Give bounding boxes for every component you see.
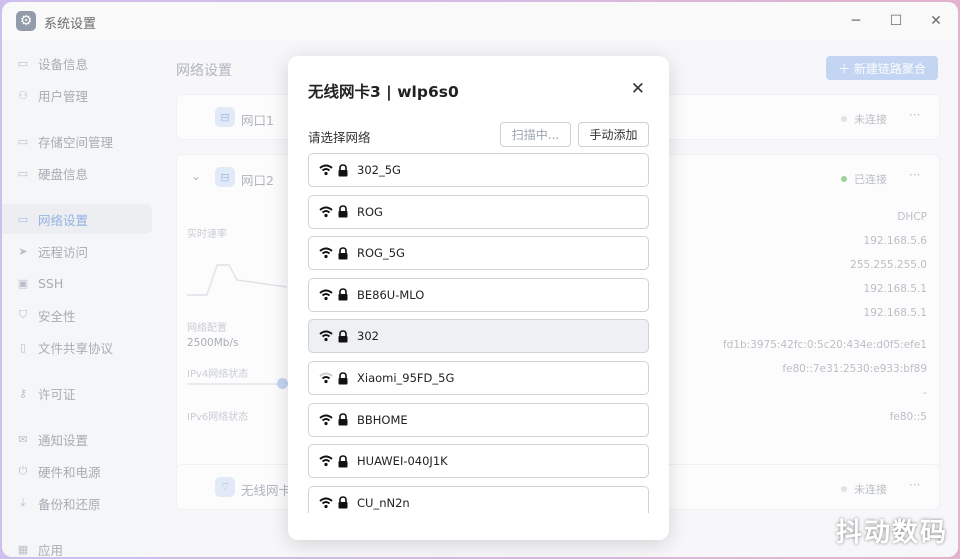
wifi-icon (319, 372, 337, 384)
network-name: HUAWEI-040J1K (357, 454, 448, 469)
lock-icon (337, 371, 357, 385)
network-item[interactable]: CU_nN2n (308, 485, 649, 513)
network-list: 302_5G ROG ROG_5G BE86U-MLO 302 Xiaomi_95FD_5… (308, 153, 649, 513)
network-name: 302 (357, 329, 379, 344)
wifi-icon (319, 289, 337, 301)
network-item[interactable]: HUAWEI-040J1K (308, 444, 649, 479)
select-network-label: 请选择网络 (308, 130, 371, 145)
lock-icon (337, 413, 357, 426)
network-item[interactable]: ROG_5G (308, 236, 649, 271)
dialog-title: 无线网卡3 | wlp6s0 (308, 83, 459, 101)
watermark: 抖动数码 (835, 518, 948, 548)
wifi-icon (319, 247, 337, 259)
lock-icon (337, 330, 357, 343)
lock-icon (337, 205, 357, 218)
network-item[interactable]: ROG (308, 194, 649, 229)
lock-icon (337, 163, 357, 177)
wifi-select-dialog: 无线网卡3 | wlp6s0 ✕ 请选择网络 扫描中... 手动添加 302_5… (288, 56, 669, 540)
network-name: CU_nN2n (357, 495, 410, 510)
network-name: BE86U-MLO (357, 287, 425, 302)
wifi-icon (319, 455, 337, 467)
wifi-icon (319, 497, 337, 509)
network-item[interactable]: BBHOME (308, 402, 649, 437)
manual-add-button[interactable]: 手动添加 (578, 122, 649, 147)
wifi-icon (319, 164, 337, 176)
scan-button[interactable]: 扫描中... (500, 122, 571, 147)
close-icon[interactable]: ✕ (631, 79, 645, 99)
network-item[interactable]: 302 (308, 319, 649, 354)
network-item[interactable]: BE86U-MLO (308, 277, 649, 312)
network-item[interactable]: 302_5G (308, 153, 649, 187)
lock-icon (337, 496, 357, 509)
network-name: 302_5G (357, 163, 401, 177)
lock-icon (337, 246, 357, 260)
lock-icon (337, 454, 357, 468)
network-name: ROG (357, 204, 383, 219)
network-item[interactable]: Xiaomi_95FD_5G (308, 361, 649, 395)
lock-icon (337, 288, 357, 301)
wifi-icon (319, 206, 337, 218)
network-name: BBHOME (357, 412, 408, 427)
wifi-icon (319, 330, 337, 342)
network-name: ROG_5G (357, 246, 405, 261)
wifi-icon (319, 414, 337, 426)
network-name: Xiaomi_95FD_5G (357, 371, 455, 385)
